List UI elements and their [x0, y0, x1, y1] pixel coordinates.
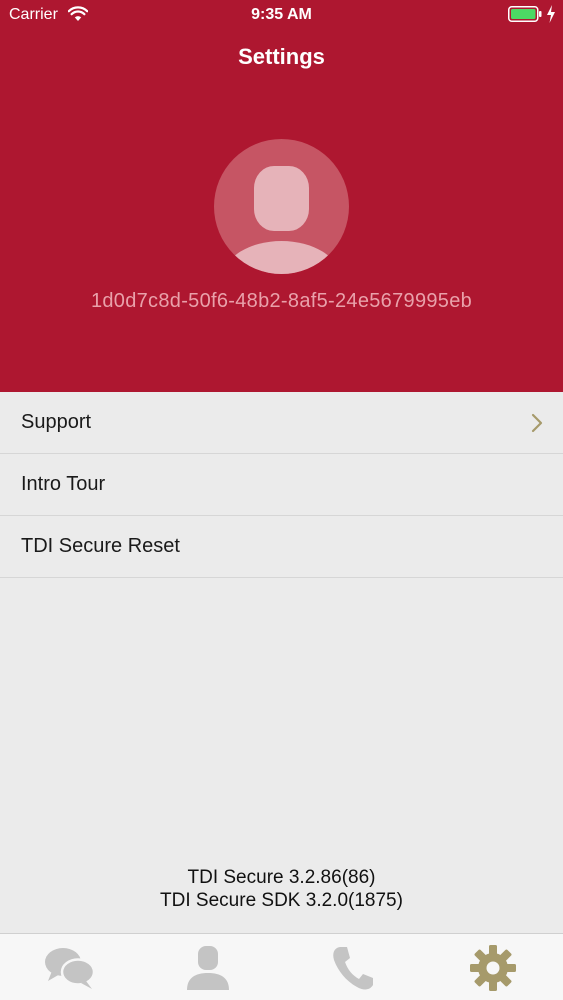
profile-header: Carrier 9:35 AM Settings 1d0d7c8d-50f6-4…	[0, 0, 563, 392]
menu-item-intro-tour[interactable]: Intro Tour	[0, 454, 563, 516]
tab-settings[interactable]	[423, 934, 563, 1000]
avatar-placeholder-icon[interactable]	[214, 139, 349, 274]
gear-icon	[470, 944, 516, 991]
menu-item-support[interactable]: Support	[0, 392, 563, 454]
chat-bubbles-icon	[45, 947, 96, 989]
menu-item-secure-reset[interactable]: TDI Secure Reset	[0, 516, 563, 578]
settings-menu: Support Intro Tour TDI Secure Reset	[0, 392, 563, 578]
app-version-label: TDI Secure 3.2.86(86)	[187, 867, 376, 888]
chevron-right-icon	[531, 413, 543, 433]
menu-item-label: TDI Secure Reset	[21, 535, 180, 557]
device-id-label: 1d0d7c8d-50f6-48b2-8af5-24e5679995eb	[90, 290, 473, 312]
phone-icon	[333, 946, 373, 989]
tab-messages[interactable]	[0, 934, 140, 1000]
tab-contacts[interactable]	[138, 934, 278, 1000]
version-info: TDI Secure 3.2.86(86) TDI Secure SDK 3.2…	[0, 866, 563, 912]
menu-item-label: Support	[21, 411, 92, 433]
page-title: Settings	[238, 44, 325, 69]
battery-icon	[508, 6, 542, 22]
tab-calls[interactable]	[282, 934, 422, 1000]
tab-bar	[0, 933, 563, 1000]
charging-bolt-icon	[547, 5, 555, 23]
clock-label: 9:35 AM	[251, 6, 312, 23]
menu-item-label: Intro Tour	[21, 473, 106, 495]
sdk-version-label: TDI Secure SDK 3.2.0(1875)	[160, 890, 403, 911]
status-bar: Carrier 9:35 AM	[0, 0, 563, 30]
contact-person-icon	[187, 945, 229, 990]
